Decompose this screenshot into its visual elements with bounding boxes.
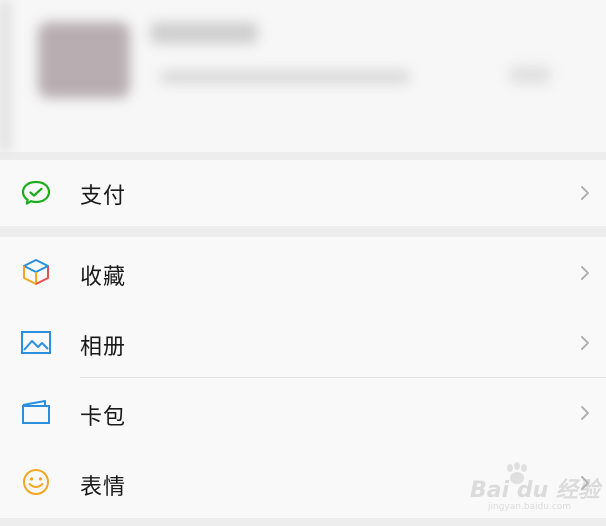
menu-item-favorites[interactable]: 收藏 [0, 237, 606, 307]
watermark-url: jingyan.baidu.com [488, 502, 572, 512]
profile-header[interactable] [0, 0, 606, 152]
avatar[interactable] [38, 22, 130, 98]
sticker-smile-icon [23, 469, 49, 495]
profile-name-redacted [150, 22, 258, 44]
menu-item-cards[interactable]: 卡包 [0, 377, 606, 447]
profile-edge [0, 0, 10, 152]
pay-group: 支付 [0, 160, 606, 226]
chevron-right-icon [581, 336, 589, 350]
wechat-pay-icon [21, 180, 51, 205]
profile-blurred-content [0, 0, 606, 152]
chevron-right-icon [581, 186, 589, 200]
menu-item-label: 表情 [80, 475, 127, 500]
menu-item-album[interactable]: 相册 [0, 307, 606, 377]
menu-item-pay[interactable]: 支付 [0, 160, 606, 226]
menu-item-label: 支付 [80, 184, 127, 209]
menu-item-label: 收藏 [80, 265, 127, 290]
baidu-jingyan-watermark: Bai du 经验 jingyan.baidu.com [470, 462, 600, 512]
chevron-right-icon [581, 406, 589, 420]
card-wallet-icon [22, 400, 50, 424]
profile-id-redacted [160, 70, 410, 84]
favorites-cube-icon [23, 259, 49, 285]
watermark-text: Bai du 经验 [470, 478, 600, 503]
chevron-right-icon [581, 266, 589, 280]
album-image-icon [21, 331, 51, 354]
qr-code-icon[interactable] [510, 66, 550, 84]
wechat-me-screen: 支付 收藏 相册 卡包 表情 Bai du 经验 jingyan.baidu.c… [0, 0, 606, 526]
menu-item-label: 相册 [80, 335, 127, 360]
menu-item-label: 卡包 [80, 405, 127, 430]
